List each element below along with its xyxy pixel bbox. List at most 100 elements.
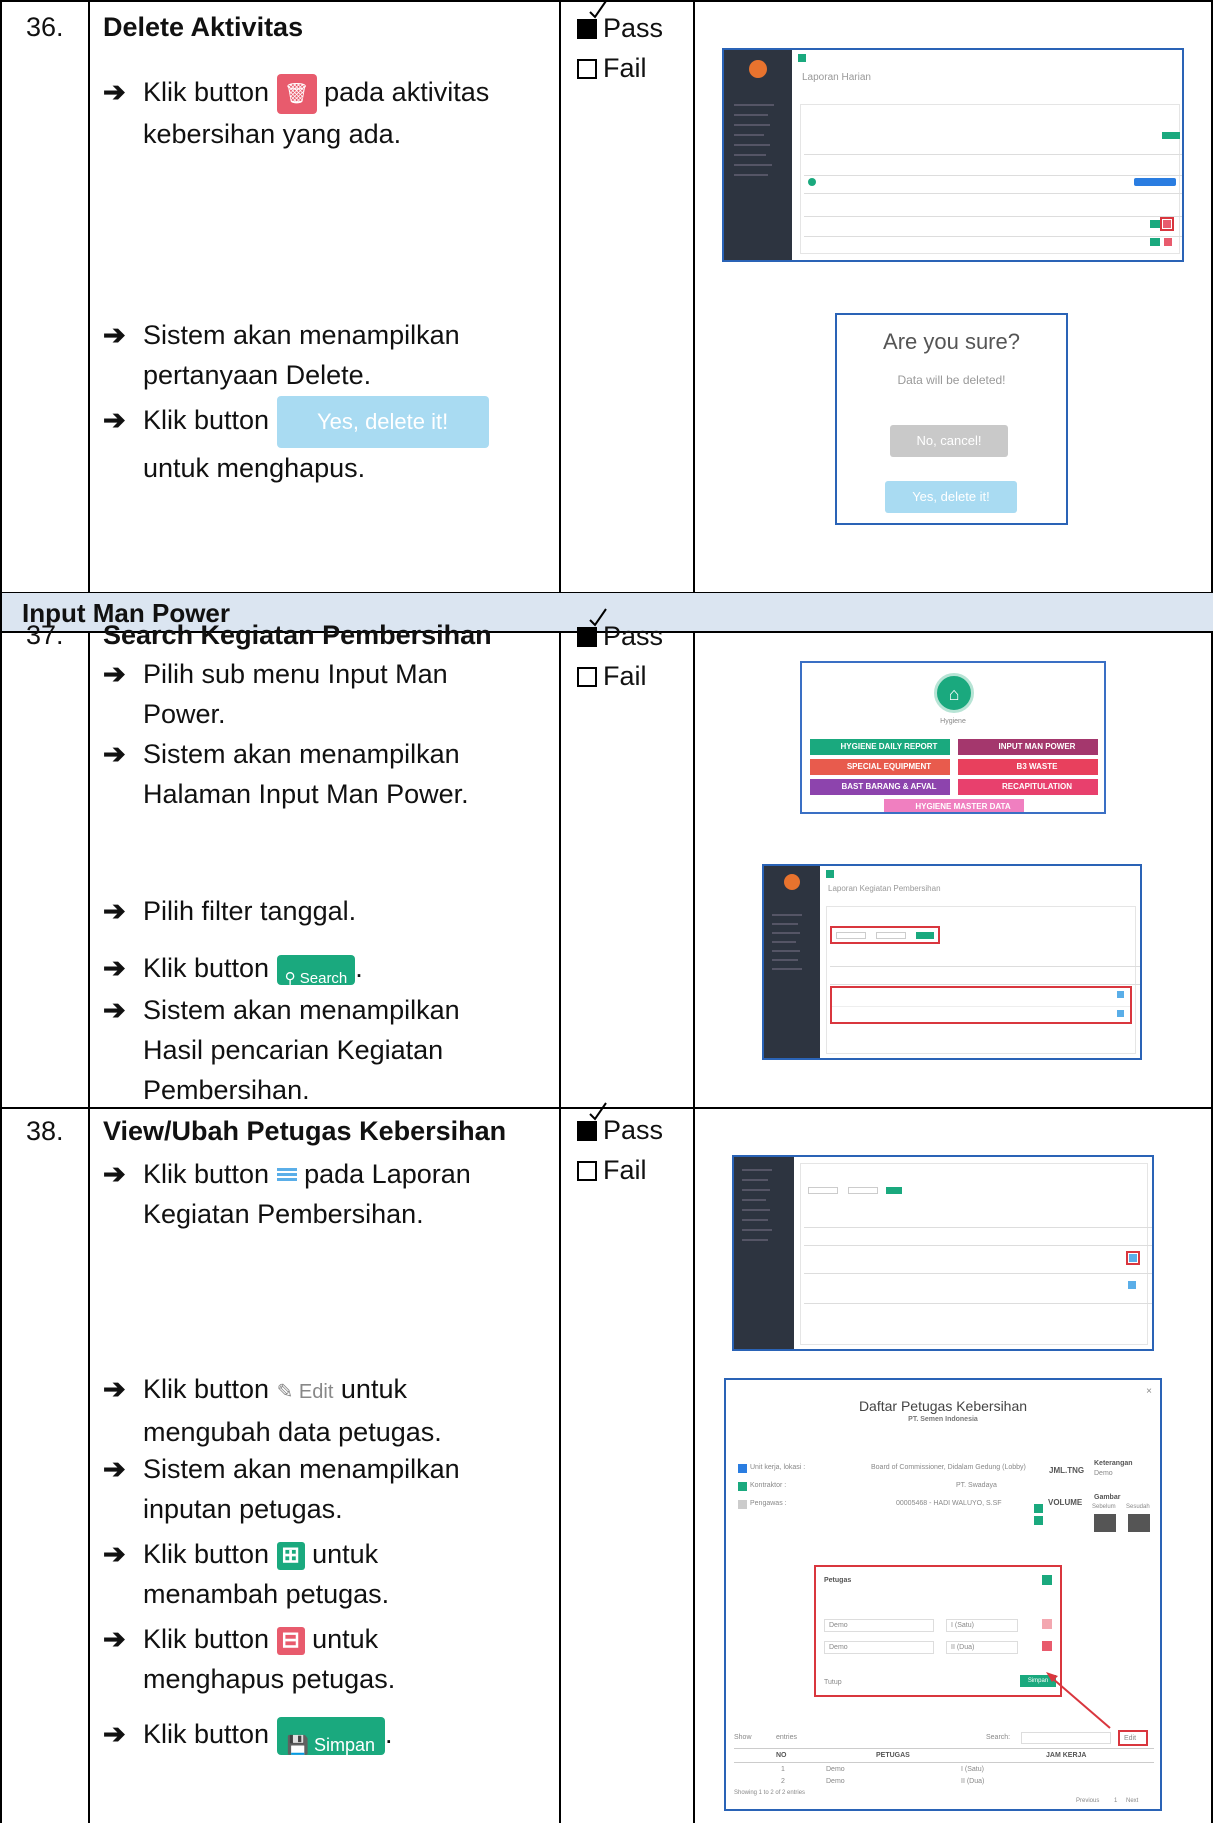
tutup-button[interactable]: Tutup [824,1679,842,1686]
table-cell-no: 1 [781,1766,785,1773]
volume-label: VOLUME [1048,1498,1083,1507]
modal-title: Are you sure? [883,329,1020,354]
jml-label: JML.TNG [1049,1466,1085,1475]
step: ➔ Klik button ⊞ untuk menambah petugas. [103,1534,543,1614]
confirm-delete-modal: Are you sure? Data will be deleted! No, … [835,313,1068,525]
step-text: pertanyaan Delete. [143,360,372,390]
fail-label: Fail [603,53,647,83]
jam-kerja-select[interactable]: I (Satu) [951,1622,974,1629]
trash-button-icon: 🗑 [276,73,317,114]
step-text: untuk [312,1539,379,1569]
petugas-dialog: Daftar Petugas Kebersihan PT. Semen Indo… [724,1378,1162,1811]
add-petugas-button[interactable] [1042,1575,1052,1585]
row-title: Search Kegiatan Pembersihan [103,620,492,650]
arrow-right-icon: ➔ [103,1374,126,1404]
step-text: Klik button [143,1159,270,1189]
sidebar [724,50,792,260]
table-cell-petugas: Demo [826,1766,845,1773]
step-text: Sistem akan menampilkan [143,1454,460,1484]
arrow-right-icon: ➔ [103,77,126,107]
row-number: 36. [26,12,64,42]
arrow-right-icon: ➔ [103,896,126,926]
remove-petugas-button-icon: ⊟ [276,1626,305,1655]
edit-button[interactable]: Edit [1124,1735,1136,1742]
checkbox-icon [577,1161,597,1181]
jam-kerja-select[interactable]: II (Dua) [951,1644,974,1651]
date-filter-highlight [830,926,940,944]
menu-tile[interactable]: INPUT MAN POWER [958,739,1098,755]
step: ➔ Klik button 🗑 pada aktivitas kebersihan… [103,72,543,154]
search-button-label: Search [299,969,348,987]
table-cell-petugas: Demo [826,1778,845,1785]
step-text: Sistem akan menampilkan [143,995,460,1025]
logo-icon [784,874,800,890]
menu-tile[interactable]: BAST BARANG & AFVAL [810,779,950,795]
unit-label: Unit kerja, lokasi : [750,1464,806,1471]
previous-button[interactable]: Previous [1076,1798,1099,1804]
step: ➔ Pilih filter tanggal. [103,891,543,931]
step-text: Klik button [143,1374,270,1404]
step-text: Halaman Input Man Power. [143,779,469,809]
save-button-image: 💾 Simpan [276,1716,386,1755]
step-text: Power. [143,699,226,729]
step-text: pada aktivitas [324,77,490,107]
table-cell-no: 2 [781,1778,785,1785]
menu-tile[interactable]: HYGIENE DAILY REPORT [810,739,950,755]
checkmark-icon [589,0,607,19]
row-number: 37. [26,620,64,650]
delete-highlight [1160,217,1174,231]
showing-entries: Showing 1 to 2 of 2 entries [734,1790,806,1796]
step-text: . [385,1719,393,1749]
menu-tile[interactable]: SPECIAL EQUIPMENT [810,759,950,775]
petugas-label: Petugas [824,1577,852,1584]
next-button[interactable]: Next [1126,1798,1138,1804]
step: ➔ Klik button ✎ Edit untuk mengubah data … [103,1369,543,1452]
col-divider [693,631,695,1823]
table-cell-jam: I (Satu) [961,1766,984,1773]
arrow-right-icon: ➔ [103,1454,126,1484]
screenshot-laporan-list [732,1155,1154,1351]
no-cancel-button[interactable]: No, cancel! [890,425,1008,457]
add-petugas-button-icon: ⊞ [276,1541,305,1570]
col-divider [559,0,561,593]
arrow-right-icon: ➔ [103,995,126,1025]
after-photo [1128,1514,1150,1532]
step: ➔ Sistem akan menampilkan Hasil pencarian… [103,990,543,1110]
search-button-image: ⚲ Search [276,954,356,987]
step-text: Kegiatan Pembersihan. [143,1199,424,1229]
close-icon[interactable]: × [1146,1386,1152,1397]
search-input[interactable] [1021,1732,1111,1744]
step-text: pada Laporan [304,1159,471,1189]
step-text: untuk [340,1374,407,1404]
fail-label: Fail [603,1155,647,1185]
yes-delete-button[interactable]: Yes, delete it! [885,481,1017,513]
menu-tile[interactable]: HYGIENE MASTER DATA [884,799,1024,812]
pass-label: Pass [603,1115,664,1145]
show-label: Show [734,1734,752,1741]
menu-tile[interactable]: B3 WASTE [958,759,1098,775]
step-text: Sistem akan menampilkan [143,320,460,350]
checkmark-icon [589,1102,607,1121]
col-divider [88,631,90,1823]
checkbox-icon [577,667,597,687]
step-text: mengubah data petugas. [143,1417,442,1447]
step-text: Pilih sub menu Input Man [143,659,448,689]
petugas-name-input[interactable]: Demo [829,1644,848,1651]
menu-tile[interactable]: RECAPITULATION [958,779,1098,795]
remove-petugas-button[interactable] [1042,1641,1052,1651]
petugas-name-input[interactable]: Demo [829,1622,848,1629]
keterangan-value: Demo [1094,1470,1113,1477]
remove-petugas-button[interactable] [1042,1619,1052,1629]
arrow-right-icon: ➔ [103,659,126,689]
step-text: Klik button [143,1624,270,1654]
step: ➔ Sistem akan menampilkan inputan petugas… [103,1449,543,1529]
unit-value: Board of Commissioner, Didalam Gedung (L… [871,1464,1026,1471]
menu-toggle-icon [798,54,806,62]
entries-label: entries [776,1734,798,1741]
row-title: Delete Aktivitas [103,12,304,42]
arrow-pointer-icon [1046,1672,1111,1729]
arrow-right-icon: ➔ [103,1159,126,1189]
keterangan-label: Keterangan [1094,1460,1133,1467]
result-rows-highlight [830,986,1132,1024]
page-1-button[interactable]: 1 [1114,1798,1117,1804]
